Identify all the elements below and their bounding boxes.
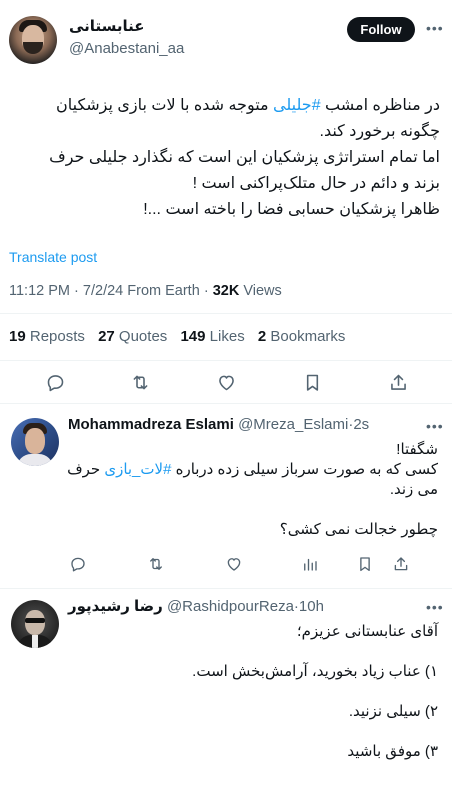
divider xyxy=(0,360,452,361)
like-icon[interactable] xyxy=(222,552,246,576)
tweet-text-line: چگونه برخورد کند. xyxy=(319,123,441,140)
reply-text-line: چطور خجالت نمی کشی؟ xyxy=(279,521,438,538)
views-icon[interactable] xyxy=(298,552,322,576)
reply-text-part: حرف xyxy=(67,461,105,478)
avatar-beard xyxy=(23,42,43,54)
tweet-date[interactable]: 7/2/24 xyxy=(83,283,123,299)
follow-button[interactable]: Follow xyxy=(347,17,415,42)
divider xyxy=(0,403,452,404)
reply-author-avatar[interactable] xyxy=(11,418,59,466)
quotes-stat[interactable]: 27 Quotes xyxy=(98,328,167,345)
avatar-shirt xyxy=(17,454,53,466)
tweet-text-line: ظاهرا پزشکیان حسابی فضا را باخته است ...… xyxy=(143,201,440,218)
views-label: Views xyxy=(243,283,282,299)
reply-text-part: کسی که به صورت سرباز سیلی زده درباره xyxy=(171,461,438,478)
likes-label: Likes xyxy=(209,328,245,345)
likes-stat[interactable]: 149 Likes xyxy=(180,328,244,345)
reply-author-avatar[interactable] xyxy=(11,600,59,648)
share-icon[interactable] xyxy=(386,370,410,394)
bookmark-icon[interactable] xyxy=(300,370,324,394)
tweet-stats: 19 Reposts 27 Quotes 149 Likes 2 Bookmar… xyxy=(9,328,354,345)
bookmarks-count: 2 xyxy=(257,328,267,345)
hashtag-link[interactable]: #جلیلی xyxy=(273,97,321,114)
tweet-time[interactable]: 11:12 PM xyxy=(9,283,70,299)
quotes-label: Quotes xyxy=(118,328,168,345)
likes-count: 149 xyxy=(180,328,206,345)
reposts-count: 19 xyxy=(9,328,26,345)
more-icon[interactable]: ••• xyxy=(426,20,444,36)
repost-icon[interactable] xyxy=(128,370,152,394)
reply-author-name[interactable]: Mohammadreza Eslami xyxy=(68,416,234,433)
reply-age[interactable]: 10h xyxy=(299,598,324,615)
reposts-stat[interactable]: 19 Reposts xyxy=(9,328,85,345)
divider xyxy=(0,313,452,314)
avatar-shirt xyxy=(32,635,38,648)
translate-post-link[interactable]: Translate post xyxy=(9,249,97,265)
separator: · xyxy=(74,283,79,299)
bookmark-icon[interactable] xyxy=(353,552,377,576)
like-icon[interactable] xyxy=(214,370,238,394)
reply-text-line: ۲) سیلی نزنید. xyxy=(348,703,438,720)
repost-icon[interactable] xyxy=(144,552,168,576)
tweet-text-part: متوجه شده با لات بازی پزشکیان xyxy=(55,97,274,114)
separator: · xyxy=(203,283,209,299)
reply-author-name[interactable]: رضا رشیدپور xyxy=(68,598,163,615)
tweet-text-line: اما تمام استراتژی پزشکیان این است که نگذ… xyxy=(49,149,440,166)
tweet-body: در مناظره امشب #جلیلی متوجه شده با لات ب… xyxy=(10,93,440,223)
reply-text-line: ۱) عناب زیاد بخورید، آرامش‌بخش است. xyxy=(192,663,438,680)
hashtag-link[interactable]: #لات_بازی xyxy=(104,461,171,478)
bookmarks-stat[interactable]: 2 Bookmarks xyxy=(258,328,346,345)
reply-icon[interactable] xyxy=(66,552,90,576)
avatar-face xyxy=(25,428,45,454)
reply-icon[interactable] xyxy=(43,370,67,394)
reply-header: رضا رشیدپور @RashidpourReza·10h xyxy=(68,597,324,615)
tweet-text-line: بزند و دائم در حال متلک‌پراکنی است ! xyxy=(192,175,440,192)
more-icon[interactable]: ••• xyxy=(426,418,444,434)
bookmarks-label: Bookmarks xyxy=(270,328,346,345)
quotes-count: 27 xyxy=(98,328,115,345)
views-count: 32K xyxy=(212,283,240,299)
avatar-glasses xyxy=(25,618,45,623)
tweet-meta: 11:12 PM · 7/2/24 From Earth · 32K Views xyxy=(9,283,282,299)
reply-body: شگفتا! کسی که به صورت سرباز سیلی زده درب… xyxy=(63,440,438,540)
divider xyxy=(0,588,452,589)
reply-body: آقای عنابستانی عزیزم؛ ۱) عناب زیاد بخوری… xyxy=(63,622,438,762)
author-handle[interactable]: @Anabestani_aa xyxy=(69,40,184,57)
author-name[interactable]: عنابستانی xyxy=(69,17,144,35)
tweet-text-part: در مناظره امشب xyxy=(320,97,440,114)
reply-text-line: آقای عنابستانی عزیزم؛ xyxy=(296,623,438,640)
author-avatar[interactable] xyxy=(9,16,57,64)
share-icon[interactable] xyxy=(389,552,413,576)
reposts-label: Reposts xyxy=(29,328,85,345)
reply-author-handle[interactable]: @Mreza_Eslami xyxy=(238,416,348,433)
reply-text-line: شگفتا! xyxy=(396,441,438,458)
reply-age[interactable]: 2s xyxy=(353,416,369,433)
reply-text-line: می زند. xyxy=(389,481,438,498)
reply-text-line: ۳) موفق باشید xyxy=(347,743,438,760)
reply-author-handle[interactable]: @RashidpourReza xyxy=(167,598,294,615)
more-icon[interactable]: ••• xyxy=(426,599,444,615)
tweet-source: From Earth xyxy=(127,283,200,299)
reply-header: Mohammadreza Eslami @Mreza_Eslami·2s xyxy=(68,416,369,433)
